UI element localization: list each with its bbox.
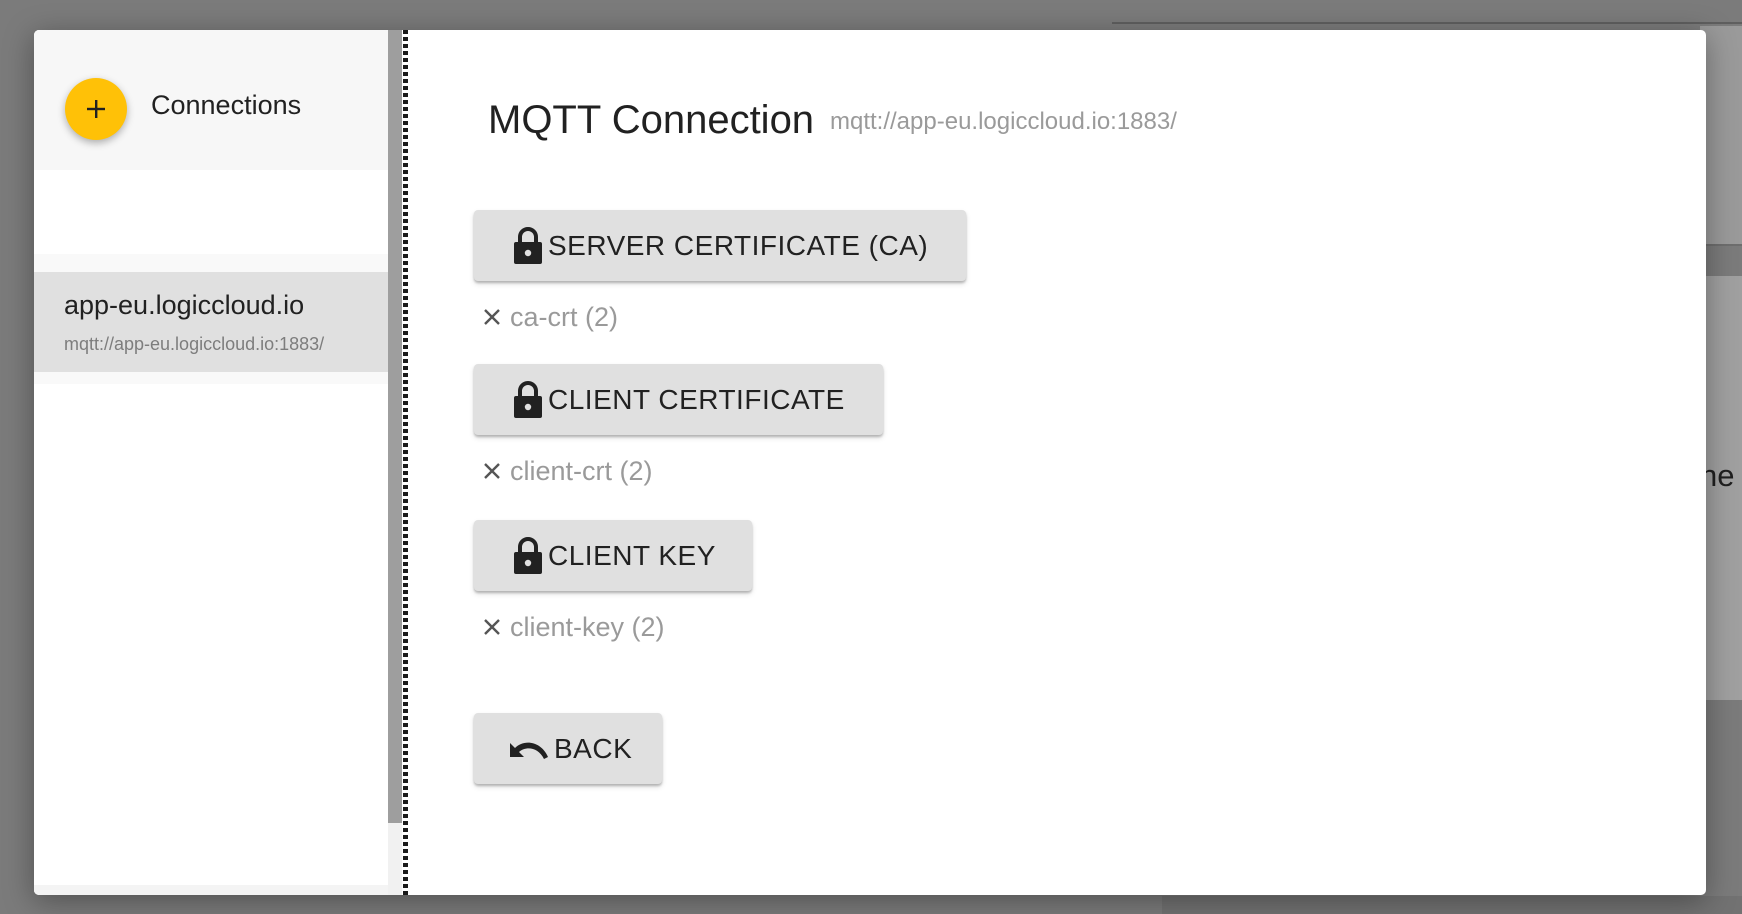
client-key-file-name: client-key (2) — [510, 611, 665, 642]
mqtt-connection-dialog: Connections app-eu.logiccloud.io mqtt://… — [34, 30, 1706, 895]
remove-file-icon[interactable] — [482, 461, 502, 481]
client-key-file-row: client-key (2) — [482, 610, 665, 644]
client-certificate-label: CLIENT CERTIFICATE — [548, 383, 845, 415]
background-partial-text: ne — [1700, 458, 1735, 493]
remove-file-icon[interactable] — [482, 307, 502, 327]
sidebar-scrollbar[interactable] — [388, 30, 402, 895]
page-title: MQTT Connection — [488, 98, 815, 142]
server-certificate-button[interactable]: SERVER CERTIFICATE (CA) — [474, 210, 966, 281]
ca-file-row: ca-crt (2) — [482, 300, 618, 334]
background-panel — [1700, 26, 1742, 246]
client-key-button[interactable]: CLIENT KEY — [474, 520, 752, 591]
panel-resize-handle[interactable] — [403, 30, 408, 895]
sidebar-divider — [34, 372, 388, 384]
sidebar-title: Connections — [151, 90, 302, 120]
connection-detail-panel: MQTT Connection mqtt://app-eu.logiccloud… — [414, 30, 1706, 895]
connection-url-subtitle: mqtt://app-eu.logiccloud.io:1883/ — [830, 108, 1177, 135]
add-connection-button[interactable] — [65, 78, 127, 140]
client-certificate-button[interactable]: CLIENT CERTIFICATE — [474, 364, 883, 435]
lock-icon — [514, 226, 542, 264]
plus-icon — [87, 100, 105, 118]
lock-icon — [514, 380, 542, 418]
connections-sidebar: Connections app-eu.logiccloud.io mqtt://… — [34, 30, 388, 895]
connection-item-selected[interactable]: app-eu.logiccloud.io mqtt://app-eu.logic… — [34, 272, 388, 372]
sidebar-header: Connections — [34, 30, 388, 170]
connection-name: app-eu.logiccloud.io — [64, 290, 305, 320]
back-button[interactable]: BACK — [474, 713, 662, 784]
client-cert-file-row: client-crt (2) — [482, 454, 653, 488]
client-cert-file-name: client-crt (2) — [510, 455, 653, 486]
background-divider — [1112, 22, 1742, 24]
remove-file-icon[interactable] — [482, 617, 502, 637]
sidebar-footer — [34, 885, 388, 895]
background-strip — [1162, 896, 1742, 914]
client-key-label: CLIENT KEY — [548, 539, 716, 571]
ca-file-name: ca-crt (2) — [510, 301, 618, 332]
server-certificate-label: SERVER CERTIFICATE (CA) — [548, 229, 929, 261]
sidebar-spacer — [34, 170, 388, 254]
back-label: BACK — [554, 732, 633, 764]
undo-icon — [510, 742, 548, 759]
lock-icon — [514, 536, 542, 574]
sidebar-divider — [34, 254, 388, 272]
connection-url: mqtt://app-eu.logiccloud.io:1883/ — [64, 334, 325, 354]
sidebar-scrollbar-thumb[interactable] — [388, 823, 402, 895]
